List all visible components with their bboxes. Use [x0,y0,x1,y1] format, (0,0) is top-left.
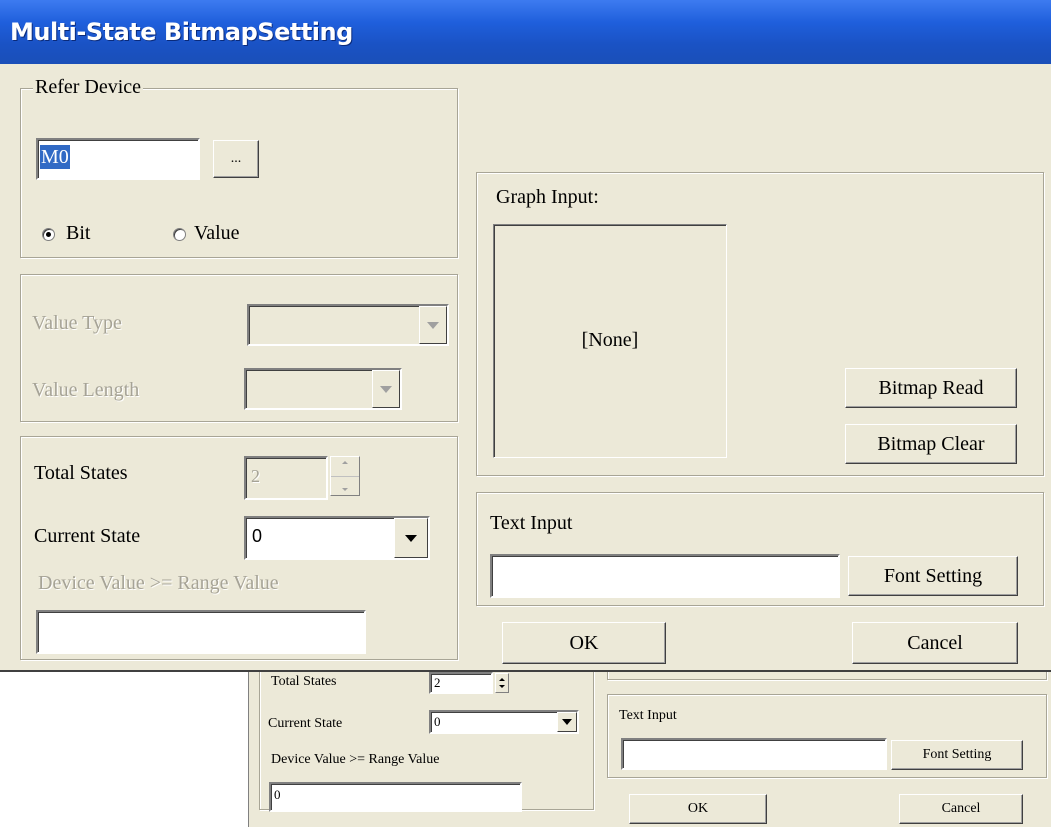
font-setting-button[interactable]: Font Setting [848,556,1018,596]
back-total-states-spinner[interactable] [495,673,509,693]
value-length-select[interactable] [244,368,402,410]
back-ok-button[interactable]: OK [629,794,767,824]
graph-input-label: Graph Input: [496,186,599,208]
back-range-label: Device Value >= Range Value [271,752,440,767]
text-input-label: Text Input [490,512,573,534]
device-input[interactable]: M0 [36,138,200,180]
chevron-down-icon[interactable] [394,518,428,558]
chevron-down-icon[interactable] [557,712,577,732]
bitmap-preview: [None] [493,224,727,458]
back-cancel-button[interactable]: Cancel [899,794,1023,824]
total-states-label: Total States [34,462,128,484]
chevron-down-icon[interactable] [372,370,400,408]
back-total-states-field[interactable]: 2 [429,672,493,694]
window-title: Multi-State BitmapSetting [10,18,353,46]
ok-button[interactable]: OK [502,622,666,664]
back-text-input-label: Text Input [619,708,677,723]
background-dialog: Total States 2 Current State 0 Device Va… [248,650,1051,827]
back-current-state-select[interactable]: 0 [429,710,579,734]
cancel-button[interactable]: Cancel [852,622,1018,664]
back-font-setting-button[interactable]: Font Setting [891,740,1023,770]
title-bar[interactable]: Multi-State BitmapSetting [0,0,1051,64]
current-state-select[interactable]: 0 [244,516,430,560]
total-states-field[interactable]: 2 [244,456,328,500]
radio-value-label[interactable]: Value [194,222,240,245]
range-value-field[interactable] [36,610,366,654]
bitmap-read-button[interactable]: Bitmap Read [845,368,1017,408]
total-states-spinner[interactable] [330,456,360,496]
back-total-states-label: Total States [271,674,337,689]
radio-bit-label[interactable]: Bit [66,222,90,245]
value-type-label: Value Type [32,312,122,334]
back-range-field[interactable]: 0 [269,782,522,812]
radio-bit[interactable] [42,228,55,241]
chevron-down-icon[interactable] [419,306,447,344]
bitmap-clear-button[interactable]: Bitmap Clear [845,424,1017,464]
refer-device-label: Refer Device [33,76,144,99]
dialog-window: Multi-State BitmapSetting Refer Device M… [0,0,1051,672]
back-text-input-field[interactable] [621,738,887,770]
range-label: Device Value >= Range Value [38,572,279,594]
current-state-label: Current State [34,525,141,547]
radio-value[interactable] [173,228,186,241]
value-length-label: Value Length [32,379,140,401]
value-type-select[interactable] [247,304,449,346]
browse-device-button[interactable]: ... [213,140,259,178]
back-current-state-label: Current State [268,716,343,731]
text-input-field[interactable] [490,554,840,598]
